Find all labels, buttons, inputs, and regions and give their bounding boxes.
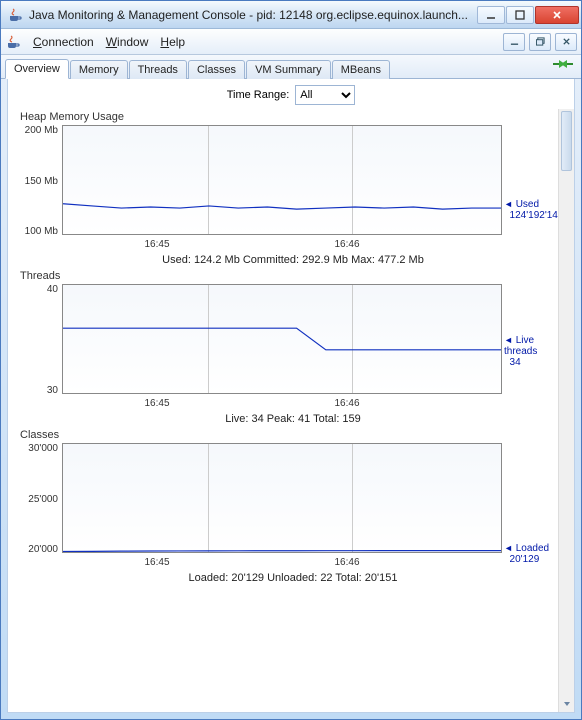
connection-status-icon: [553, 57, 573, 78]
y-axis: 200 Mb150 Mb100 Mb: [18, 125, 62, 237]
chart-0: Heap Memory Usage200 Mb150 Mb100 Mb◄ Use…: [18, 111, 568, 266]
time-range-label: Time Range:: [227, 89, 290, 101]
tab-vmsummary[interactable]: VM Summary: [246, 60, 331, 79]
time-range-row: Time Range: All: [8, 79, 574, 109]
chart-stats: Used: 124.2 Mb Committed: 292.9 Mb Max: …: [18, 254, 568, 266]
chart-1: Threads4030◄ Live threads 3416:4516:46Li…: [18, 270, 568, 425]
scroll-thumb[interactable]: [561, 111, 572, 171]
menu-window[interactable]: Window: [102, 33, 153, 51]
tab-classes[interactable]: Classes: [188, 60, 245, 79]
java-icon: [7, 7, 23, 23]
scroll-down-icon[interactable]: [559, 696, 574, 712]
charts-area: Heap Memory Usage200 Mb150 Mb100 Mb◄ Use…: [8, 109, 574, 712]
tabbar: Overview Memory Threads Classes VM Summa…: [1, 55, 581, 79]
window-title: Java Monitoring & Management Console - p…: [29, 8, 477, 22]
menubar: Connection Window Help: [1, 29, 581, 55]
titlebar[interactable]: Java Monitoring & Management Console - p…: [1, 1, 581, 29]
tab-threads[interactable]: Threads: [129, 60, 187, 79]
menu-connection[interactable]: Connection: [29, 33, 98, 51]
tab-overview[interactable]: Overview: [5, 59, 69, 79]
y-axis: 30'00025'00020'000: [18, 443, 62, 555]
chart-title: Threads: [20, 270, 568, 282]
maximize-button[interactable]: [506, 6, 534, 24]
window-controls: [477, 6, 579, 24]
scrollbar[interactable]: [558, 109, 574, 712]
app-window: Java Monitoring & Management Console - p…: [0, 0, 582, 720]
chart-title: Heap Memory Usage: [20, 111, 568, 123]
internal-close-button[interactable]: [555, 33, 577, 51]
content-panel: Time Range: All Heap Memory Usage 200 Mb1…: [7, 79, 575, 713]
internal-restore-button[interactable]: [529, 33, 551, 51]
tab-mbeans[interactable]: MBeans: [332, 60, 390, 79]
close-button[interactable]: [535, 6, 579, 24]
tab-memory[interactable]: Memory: [70, 60, 128, 79]
x-axis: 16:4516:46: [62, 398, 442, 409]
java-icon: [5, 34, 21, 50]
chart-stats: Live: 34 Peak: 41 Total: 159: [18, 413, 568, 425]
chart-2: Classes30'00025'00020'000◄ Loaded 20'129…: [18, 429, 568, 584]
plot-area[interactable]: [62, 443, 502, 553]
y-axis: 4030: [18, 284, 62, 396]
chart-stats: Loaded: 20'129 Unloaded: 22 Total: 20'15…: [18, 572, 568, 584]
chart-title: Classes: [20, 429, 568, 441]
time-range-select[interactable]: All: [295, 85, 355, 105]
x-axis: 16:4516:46: [62, 239, 442, 250]
plot-area[interactable]: [62, 125, 502, 235]
internal-minimize-button[interactable]: [503, 33, 525, 51]
plot-area[interactable]: [62, 284, 502, 394]
minimize-button[interactable]: [477, 6, 505, 24]
x-axis: 16:4516:46: [62, 557, 442, 568]
menu-help[interactable]: Help: [156, 33, 189, 51]
